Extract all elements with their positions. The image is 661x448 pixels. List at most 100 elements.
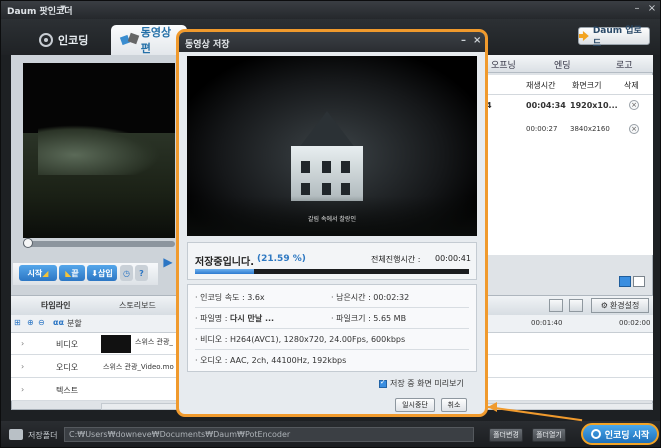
forest-scene xyxy=(23,125,175,238)
folder-label: 저장폴더 xyxy=(28,431,58,440)
folder-icon xyxy=(9,429,23,440)
encode-speed: · 인코딩 속도 : 3.6x xyxy=(195,293,265,302)
list-item-size: 1920x10... xyxy=(570,101,618,110)
video-info: · 비디오 : H264(AVC1), 1280x720, 24.00Fps, … xyxy=(195,335,406,344)
list-tab-bar: 오프닝 엔딩 로고 xyxy=(486,55,653,73)
video-clip-thumb[interactable] xyxy=(101,335,131,353)
end-mark-button[interactable]: ◣ 끝 xyxy=(59,265,85,281)
house-image xyxy=(277,111,377,201)
dialog-video-preview xyxy=(187,56,477,236)
delete-icon[interactable]: × xyxy=(629,100,639,110)
progress-fill xyxy=(195,269,255,274)
close-icon[interactable]: × xyxy=(646,3,658,14)
total-time-value: 00:00:41 xyxy=(435,254,471,263)
col-size: 화면크기 xyxy=(572,81,602,90)
dialog-title-bar: 동영상 저장 – × xyxy=(179,32,485,52)
cancel-label: 취소 xyxy=(447,401,461,409)
ruler-tick-label: 00:01:40 xyxy=(531,319,563,327)
list-item[interactable]: 4 00:04:34 1920x10... × xyxy=(486,95,653,117)
split-icon[interactable]: αα xyxy=(53,318,64,327)
main-video-preview xyxy=(23,63,175,238)
upload-arrow-icon xyxy=(579,31,589,41)
change-folder-label: 폴더변경 xyxy=(493,431,519,439)
snapshot-icon[interactable] xyxy=(549,299,563,312)
divider xyxy=(195,349,469,350)
insert-label: 삽입 xyxy=(97,268,113,278)
tab-encoding[interactable]: 인코딩 xyxy=(29,25,109,55)
cancel-button[interactable]: 취소 xyxy=(441,398,467,412)
clock-icon[interactable]: ◷ xyxy=(120,265,133,281)
tab-timeline[interactable]: 타임라인 xyxy=(41,300,70,311)
ruler-tick-label: 00:02:00 xyxy=(619,319,651,327)
film-icon xyxy=(121,33,136,47)
list-view-icon[interactable] xyxy=(633,276,645,287)
zoom-out-icon[interactable]: ⊖ xyxy=(38,318,45,327)
pause-button[interactable]: 일시중단 xyxy=(395,398,435,412)
video-subtitle: 갈림 속에서 찰랑인 xyxy=(308,216,356,223)
file-name-row: · 파일명 : 다시 만날 ... xyxy=(195,313,274,324)
tab-encoding-label: 인코딩 xyxy=(58,34,89,47)
tab-logo[interactable]: 로고 xyxy=(616,58,633,71)
col-delete: 삭제 xyxy=(624,81,639,90)
daum-upload-label: Daum 업로드 xyxy=(592,26,642,49)
dialog-close-icon[interactable]: × xyxy=(473,35,481,46)
help-button[interactable]: ? xyxy=(135,265,148,281)
minimize-icon[interactable]: – xyxy=(631,3,643,14)
saving-percent: (21.59 %) xyxy=(257,254,306,264)
pause-label: 일시중단 xyxy=(402,401,428,409)
audio-clip-label: 스위스 관광_Video.mo xyxy=(103,363,174,371)
edit-controls: 시작 ◢ ◣ 끝 ⬇ 삽입 ◷ ? ▶ xyxy=(15,255,181,281)
expand-icon[interactable]: › xyxy=(21,362,24,371)
tab-storyboard[interactable]: 스토리보드 xyxy=(119,300,156,311)
list-item-duration: 00:00:27 xyxy=(526,125,558,133)
open-folder-label: 폴더열기 xyxy=(536,431,562,439)
track-label: 오디오 xyxy=(56,363,79,372)
encode-start-label: 인코딩 시작 xyxy=(604,430,650,441)
insert-button[interactable]: ⬇ 삽입 xyxy=(87,265,117,281)
track-label: 비디오 xyxy=(56,340,79,349)
title-bar: Daum 팟인코더 ▼ – × xyxy=(1,1,660,19)
gear-icon: ⚙ xyxy=(600,301,608,310)
delete-icon[interactable]: × xyxy=(629,124,639,134)
settings-button[interactable]: ⚙ 환경설정 xyxy=(591,298,649,313)
col-duration: 재생시간 xyxy=(526,81,556,90)
folder-path-field[interactable]: C:₩Users₩downeve₩Documents₩Daum₩PotEncod… xyxy=(64,427,474,442)
help-label: ? xyxy=(139,268,144,278)
audio-info: · 오디오 : AAC, 2ch, 44100Hz, 192kbps xyxy=(195,356,347,365)
expand-icon[interactable]: › xyxy=(21,339,24,348)
play-icon[interactable]: ▶ xyxy=(161,255,175,269)
open-folder-button[interactable]: 폴더열기 xyxy=(532,428,566,442)
save-icon[interactable] xyxy=(569,299,583,312)
list-item[interactable]: 00:00:27 3840x2160 × xyxy=(486,119,653,141)
seek-bar[interactable] xyxy=(23,241,175,247)
total-time-label: 전체진행시간 : xyxy=(371,255,421,264)
start-mark-button[interactable]: 시작 ◢ xyxy=(19,265,57,281)
preview-checkbox-label: 저장 중 화면 미리보기 xyxy=(390,379,464,388)
expand-icon[interactable]: › xyxy=(21,385,24,394)
divider xyxy=(195,307,469,308)
divider xyxy=(195,328,469,329)
daum-upload-button[interactable]: Daum 업로드 xyxy=(578,26,650,49)
split-label[interactable]: 분할 xyxy=(67,318,82,329)
seek-thumb[interactable] xyxy=(23,238,33,248)
grid-view-icon[interactable] xyxy=(619,276,631,287)
encode-start-button[interactable]: 인코딩 시작 xyxy=(581,423,659,445)
dialog-minimize-icon[interactable]: – xyxy=(461,35,466,46)
zoom-in-icon[interactable]: ⊕ xyxy=(27,318,34,327)
menu-dropdown-icon[interactable]: ▼ xyxy=(57,4,69,12)
tab-ending[interactable]: 엔딩 xyxy=(554,58,571,71)
encoding-icon xyxy=(590,429,601,439)
track-label: 텍스트 xyxy=(56,386,79,395)
video-list: 4 00:04:34 1920x10... × 00:00:27 3840x21… xyxy=(486,95,653,255)
zoom-fit-icon[interactable]: ⊞ xyxy=(14,318,21,327)
encoding-icon xyxy=(39,33,53,47)
checkbox-checked-icon[interactable] xyxy=(379,378,387,388)
change-folder-button[interactable]: 폴더변경 xyxy=(489,428,523,442)
video-clip-label: 스위스 관광_ xyxy=(135,338,173,346)
list-item-size: 3840x2160 xyxy=(570,125,610,133)
file-size: · 파일크기 : 5.65 MB xyxy=(331,314,407,323)
preview-checkbox[interactable]: 저장 중 화면 미리보기 xyxy=(379,378,464,389)
list-item-duration: 00:04:34 xyxy=(526,101,566,110)
tab-opening[interactable]: 오프닝 xyxy=(491,58,516,71)
list-column-headers: 재생시간 화면크기 삭제 xyxy=(486,75,653,95)
